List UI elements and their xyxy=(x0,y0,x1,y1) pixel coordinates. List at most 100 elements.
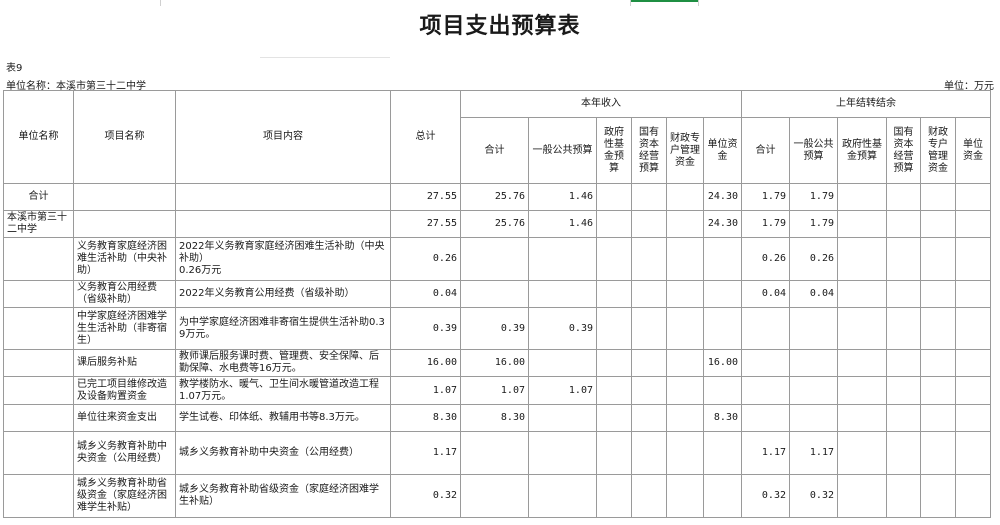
cell-carryover xyxy=(886,376,921,405)
total-row: 合计 27.55 25.76 1.46 24.30 1.79 1.79 xyxy=(3,183,991,211)
cell-carryover xyxy=(955,474,991,518)
header-current-income: 本年收入 xyxy=(460,90,742,118)
cell-current-income xyxy=(666,404,704,432)
cell-total: 8.30 xyxy=(390,404,461,432)
cell-project: 义务教育家庭经济困难生活补助（中央补助） xyxy=(73,237,176,281)
table-number: 表9 xyxy=(6,63,23,74)
cell-carryover xyxy=(920,404,956,432)
cell-current-income: 25.76 xyxy=(460,210,529,238)
cell-project xyxy=(73,183,176,211)
cell-current-income xyxy=(528,431,597,475)
header-cur-fund: 政府性基金预算 xyxy=(596,117,632,184)
header-carry-unit: 单位资金 xyxy=(955,117,991,184)
cell-current-income xyxy=(703,474,742,518)
cell-current-income xyxy=(596,349,632,377)
cell-current-income xyxy=(528,237,597,281)
column-guide xyxy=(630,0,631,6)
header-carry-state-capital: 国有资本经营预算 xyxy=(886,117,921,184)
cell-project xyxy=(73,210,176,238)
cell-carryover: 1.17 xyxy=(741,431,790,475)
divider xyxy=(260,57,390,58)
cell-carryover xyxy=(886,474,921,518)
cell-carryover xyxy=(886,307,921,350)
cell-carryover: 1.79 xyxy=(741,210,790,238)
cell-carryover xyxy=(920,474,956,518)
cell-carryover xyxy=(886,237,921,281)
cell-unit xyxy=(3,307,74,350)
cell-unit xyxy=(3,431,74,475)
cell-unit xyxy=(3,349,74,377)
cell-current-income xyxy=(596,183,632,211)
selected-column-indicator xyxy=(630,0,698,2)
cell-current-income xyxy=(631,376,667,405)
cell-current-income xyxy=(703,376,742,405)
header-carry-fund: 政府性基金预算 xyxy=(837,117,887,184)
cell-carryover xyxy=(789,376,838,405)
cell-current-income xyxy=(631,349,667,377)
cell-current-income xyxy=(528,474,597,518)
cell-carryover xyxy=(920,183,956,211)
cell-unit xyxy=(3,474,74,518)
table-row: 单位往来资金支出 学生试卷、印体纸、教辅用书等8.3万元。 8.30 8.30 8.30 xyxy=(3,404,991,432)
cell-carryover xyxy=(886,404,921,432)
cell-current-income xyxy=(596,404,632,432)
cell-carryover: 1.79 xyxy=(789,210,838,238)
cell-carryover: 0.04 xyxy=(741,280,790,308)
header-cur-unit: 单位资金 xyxy=(703,117,742,184)
cell-current-income xyxy=(666,431,704,475)
cell-project: 已完工项目维修改造及设备购置资金 xyxy=(73,376,176,405)
cell-current-income: 1.07 xyxy=(460,376,529,405)
cell-current-income: 1.46 xyxy=(528,210,597,238)
cell-unit xyxy=(3,237,74,281)
header-carryover: 上年结转结余 xyxy=(741,90,991,118)
cell-current-income xyxy=(631,183,667,211)
cell-carryover xyxy=(955,431,991,475)
cell-current-income xyxy=(703,307,742,350)
cell-current-income xyxy=(596,307,632,350)
table-row: 已完工项目维修改造及设备购置资金 教学楼防水、暖气、卫生间水暖管道改造工程1.07… xyxy=(3,376,991,405)
table-row: 课后服务补贴 教师课后服务课时费、管理费、安全保障、后勤保障、水电费等16万元。 1… xyxy=(3,349,991,377)
header-carry-total: 合计 xyxy=(741,117,790,184)
cell-carryover xyxy=(741,349,790,377)
column-guide xyxy=(698,0,699,6)
cell-current-income xyxy=(596,237,632,281)
cell-carryover xyxy=(955,349,991,377)
cell-carryover xyxy=(886,431,921,475)
cell-unit: 合计 xyxy=(3,183,74,211)
cell-carryover: 0.26 xyxy=(741,237,790,281)
cell-current-income xyxy=(631,210,667,238)
cell-total: 1.17 xyxy=(390,431,461,475)
cell-current-income xyxy=(596,474,632,518)
cell-unit xyxy=(3,404,74,432)
cell-total: 0.04 xyxy=(390,280,461,308)
table-row: 城乡义务教育补助省级资金（家庭经济困难学生补贴） 城乡义务教育补助省级资金（家庭经… xyxy=(3,474,991,518)
table-row: 中学家庭经济困难学生生活补助（非寄宿生） 为中学家庭经济困难非寄宿生提供生活补助0… xyxy=(3,307,991,350)
cell-total: 27.55 xyxy=(390,210,461,238)
cell-current-income: 1.46 xyxy=(528,183,597,211)
budget-table: 单位名称 项目名称 项目内容 总计 本年收入 上年结转结余 合计 一般公共预算 … xyxy=(3,90,991,518)
cell-carryover: 0.32 xyxy=(789,474,838,518)
cell-carryover xyxy=(886,183,921,211)
cell-current-income: 25.76 xyxy=(460,183,529,211)
cell-total: 27.55 xyxy=(390,183,461,211)
cell-total: 0.39 xyxy=(390,307,461,350)
cell-current-income: 8.30 xyxy=(460,404,529,432)
cell-carryover xyxy=(789,349,838,377)
cell-unit: 本溪市第三十二中学 xyxy=(3,210,74,238)
cell-carryover xyxy=(955,376,991,405)
header-cur-special: 财政专户管理资金 xyxy=(666,117,704,184)
cell-carryover: 0.32 xyxy=(741,474,790,518)
cell-carryover xyxy=(741,307,790,350)
cell-current-income xyxy=(666,183,704,211)
cell-carryover xyxy=(920,349,956,377)
table-row: 城乡义务教育补助中央资金（公用经费） 城乡义务教育补助中央资金（公用经费） 1.17… xyxy=(3,431,991,475)
cell-current-income xyxy=(666,349,704,377)
cell-total: 0.26 xyxy=(390,237,461,281)
cell-content: 2022年义务教育家庭经济困难生活补助（中央补助） 0.26万元 xyxy=(175,237,391,281)
table-row: 义务教育公用经费（省级补助） 2022年义务教育公用经费（省级补助） 0.04 0.0… xyxy=(3,280,991,308)
cell-current-income: 0.39 xyxy=(528,307,597,350)
cell-carryover xyxy=(955,210,991,238)
header-cur-total: 合计 xyxy=(460,117,529,184)
header-project: 项目名称 xyxy=(73,90,176,184)
cell-total: 1.07 xyxy=(390,376,461,405)
